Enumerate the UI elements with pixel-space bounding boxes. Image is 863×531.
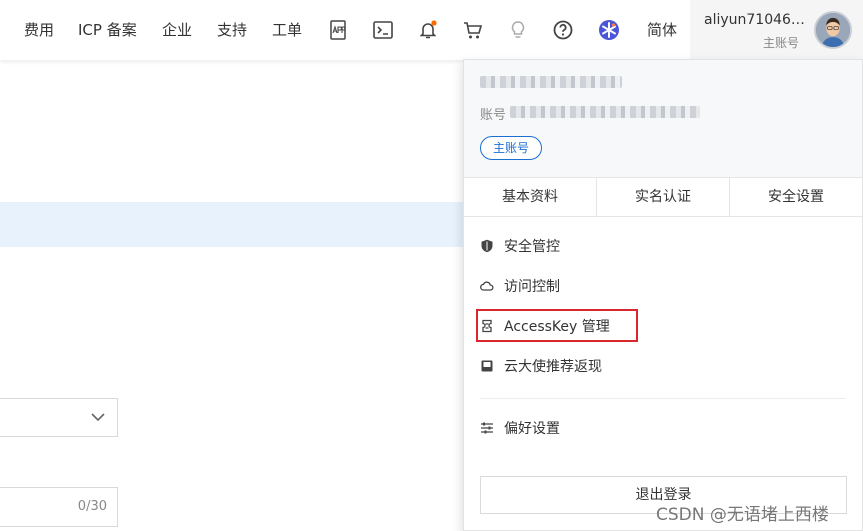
watermark: CSDN @无语堵上西楼 xyxy=(656,505,829,525)
cart-icon[interactable] xyxy=(461,18,485,42)
text-input[interactable]: 0/30 xyxy=(0,487,118,527)
shield-icon xyxy=(480,239,494,253)
menu-item-label: 安全管控 xyxy=(504,239,560,255)
account-name: aliyun71046… xyxy=(704,12,805,28)
menu-item-preferences[interactable]: 偏好设置 xyxy=(480,416,560,440)
menu-item-label: 偏好设置 xyxy=(504,421,560,437)
menu-item-cloud-ambassador[interactable]: 云大使推荐返现 xyxy=(480,354,602,378)
char-counter: 0/30 xyxy=(77,499,107,514)
app-icon[interactable] xyxy=(326,18,350,42)
tab-security-settings[interactable]: 安全设置 xyxy=(730,178,862,216)
cloud-icon xyxy=(480,279,494,293)
terminal-icon[interactable] xyxy=(371,18,395,42)
chevron-down-icon xyxy=(91,413,105,422)
avatar[interactable] xyxy=(814,11,852,49)
service-logo-icon[interactable] xyxy=(597,18,621,42)
blurred-account-id xyxy=(510,106,700,118)
menu-divider xyxy=(480,398,846,399)
account-dropdown-panel: 账号 主账号 基本资料 实名认证 安全设置 安全管控 访问控制 AccessKe… xyxy=(463,59,863,531)
menu-item-label: 访问控制 xyxy=(504,279,560,295)
top-navbar: 费用 ICP 备案 企业 支持 工单 简体 aliyun71046… 主账号 xyxy=(0,0,863,60)
account-info-header: 账号 主账号 xyxy=(464,60,862,177)
language-switch[interactable]: 简体 xyxy=(647,0,677,60)
tab-real-name-verification[interactable]: 实名认证 xyxy=(597,178,730,216)
lightbulb-icon[interactable] xyxy=(506,18,530,42)
sliders-icon xyxy=(480,421,494,435)
card-icon xyxy=(480,359,494,373)
nav-enterprise[interactable]: 企业 xyxy=(162,0,192,60)
info-banner xyxy=(0,202,480,247)
dropdown-select[interactable] xyxy=(0,398,118,437)
account-menu-trigger[interactable]: aliyun71046… 主账号 xyxy=(690,0,863,60)
nav-icp-filing[interactable]: ICP 备案 xyxy=(78,0,137,60)
nav-support[interactable]: 支持 xyxy=(217,0,247,60)
account-role: 主账号 xyxy=(763,36,800,50)
highlight-box xyxy=(476,309,638,342)
menu-item-security-control[interactable]: 安全管控 xyxy=(480,234,560,258)
tab-basic-info[interactable]: 基本资料 xyxy=(464,178,597,216)
blurred-username xyxy=(480,76,622,88)
account-tabs: 基本资料 实名认证 安全设置 xyxy=(464,177,862,217)
account-id-label: 账号 xyxy=(480,108,507,123)
help-icon[interactable] xyxy=(551,18,575,42)
nav-ticket[interactable]: 工单 xyxy=(272,0,302,60)
main-account-badge: 主账号 xyxy=(480,136,543,160)
menu-item-access-control[interactable]: 访问控制 xyxy=(480,274,560,298)
nav-billing[interactable]: 费用 xyxy=(24,0,54,60)
menu-item-label: 云大使推荐返现 xyxy=(504,359,602,375)
bell-icon[interactable] xyxy=(416,18,440,42)
